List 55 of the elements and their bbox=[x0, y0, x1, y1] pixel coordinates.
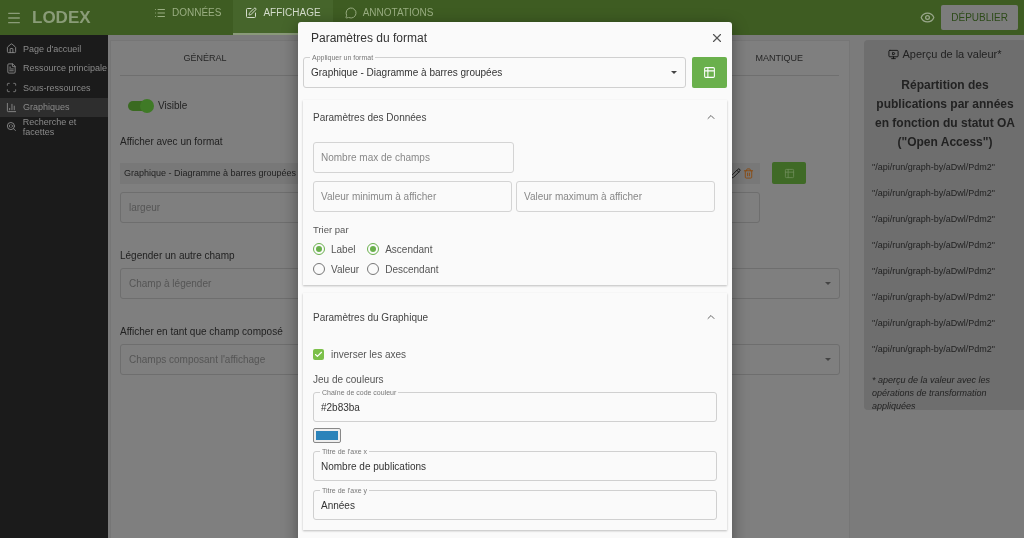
sidebar-item[interactable]: Sous-ressources bbox=[0, 78, 108, 98]
preview-icon[interactable] bbox=[920, 10, 936, 25]
preview-title: Aperçu de la valeur* bbox=[902, 48, 1002, 60]
nav-tab[interactable]: DONNÉES bbox=[142, 0, 234, 35]
table-icon bbox=[703, 66, 716, 79]
colors-label: Jeu de couleurs bbox=[313, 374, 385, 385]
panel-title: Paramètres des Données bbox=[313, 111, 427, 123]
preview-value: "/api/run/graph-by/aDwl/Pdm2" bbox=[872, 162, 995, 172]
preview-icon bbox=[888, 48, 900, 60]
preview-value: "/api/run/graph-by/aDwl/Pdm2" bbox=[872, 292, 995, 302]
min-value-input[interactable]: Valeur minimum à afficher bbox=[313, 181, 512, 212]
section-label: Afficher en tant que champ composé bbox=[120, 326, 284, 337]
format-name: Graphique - Diagramme à barres groupées bbox=[124, 168, 297, 178]
sidebar-item[interactable]: Page d'accueil bbox=[0, 39, 108, 59]
invert-axes-checkbox[interactable]: inverser les axes bbox=[313, 349, 717, 360]
chat-icon bbox=[344, 6, 357, 19]
radio-option[interactable]: Valeur bbox=[313, 263, 360, 275]
max-value-input[interactable]: Valeur maximum à afficher bbox=[516, 181, 715, 212]
home-icon bbox=[6, 43, 17, 55]
sidebar-item[interactable]: Graphiques bbox=[0, 97, 108, 117]
radio-option[interactable]: Label bbox=[313, 243, 360, 255]
visible-toggle[interactable] bbox=[128, 100, 152, 111]
toggle-label: Visible bbox=[158, 100, 188, 111]
preview-value: "/api/run/graph-by/aDwl/Pdm2" bbox=[872, 344, 995, 354]
format-settings-button[interactable] bbox=[772, 162, 806, 184]
editor-tab[interactable]: GÉNÉRAL bbox=[120, 41, 290, 75]
color-swatch[interactable] bbox=[313, 428, 341, 443]
preview-value: "/api/run/graph-by/aDwl/Pdm2" bbox=[872, 240, 995, 250]
panel-title: Paramètres du Graphique bbox=[313, 311, 429, 323]
document-icon bbox=[6, 62, 17, 74]
frame-icon bbox=[6, 82, 17, 94]
list-icon bbox=[154, 6, 166, 19]
table-icon bbox=[783, 167, 795, 179]
preview-value: "/api/run/graph-by/aDwl/Pdm2" bbox=[872, 188, 995, 198]
editor-tab[interactable]: MANTIQUE bbox=[755, 41, 803, 75]
max-fields-input[interactable]: Nombre max de champs bbox=[313, 142, 514, 173]
sidebar-item[interactable]: Ressource principale bbox=[0, 58, 108, 78]
preview-footnote: * aperçu de la valeur avec les opérations de transformation appliquées bbox=[872, 374, 992, 413]
edit-icon[interactable] bbox=[730, 167, 741, 179]
search-list-icon bbox=[6, 121, 17, 133]
sort-label: Trier par bbox=[313, 224, 350, 235]
preview-value: "/api/run/graph-by/aDwl/Pdm2" bbox=[872, 318, 995, 328]
sidebar-item[interactable]: Recherche et facettes bbox=[0, 117, 108, 137]
check-icon bbox=[314, 350, 323, 359]
radio-option[interactable]: Descendant bbox=[367, 263, 439, 275]
section-label: Afficher avec un format bbox=[120, 136, 224, 147]
preview-value: "/api/run/graph-by/aDwl/Pdm2" bbox=[872, 266, 995, 276]
edit-square-icon bbox=[245, 6, 258, 19]
format-list-button[interactable] bbox=[692, 57, 727, 88]
app-logo: LODEX bbox=[32, 7, 92, 28]
bar-chart-icon bbox=[6, 101, 17, 113]
radio-option[interactable]: Ascendant bbox=[367, 243, 439, 255]
preview-heading: Répartition des publications par années en fonction du statut OA ("Open Access") bbox=[874, 77, 1016, 151]
section-label: Légender un autre champ bbox=[120, 250, 236, 261]
preview-value: "/api/run/graph-by/aDwl/Pdm2" bbox=[872, 214, 995, 224]
